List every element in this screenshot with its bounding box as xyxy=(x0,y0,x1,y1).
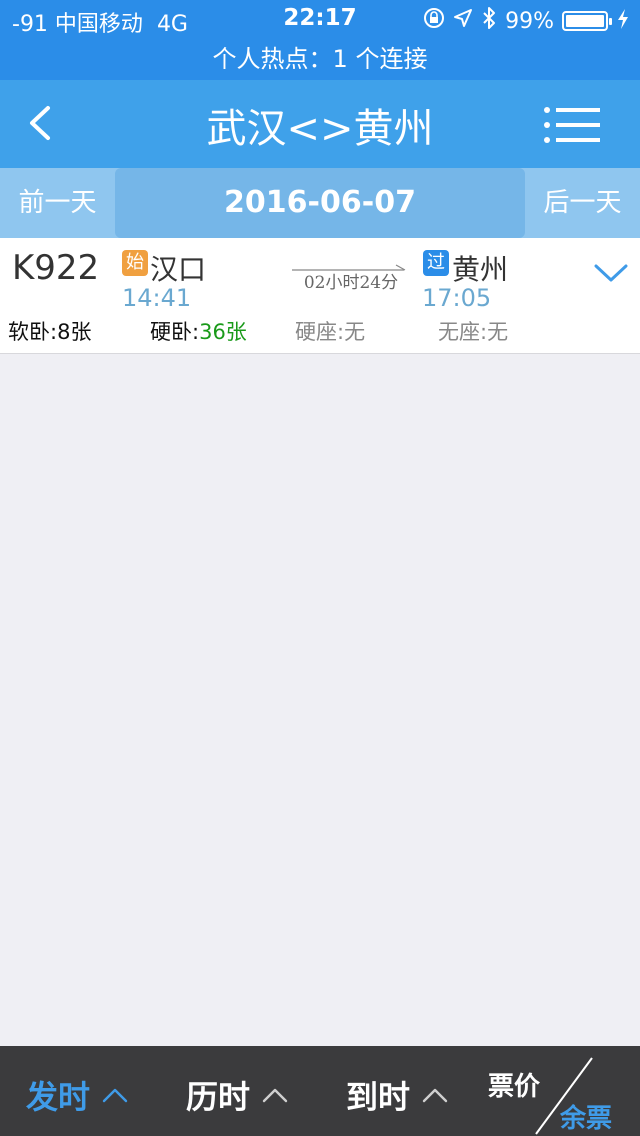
sort-bar: 发时 历时 到时 票价 余票 xyxy=(0,1046,640,1136)
trip-duration: 02小时24分 xyxy=(303,273,399,293)
seat-label: 硬座: xyxy=(295,320,345,344)
sort-arrive-button[interactable]: 到时 xyxy=(346,1072,448,1118)
rotation-lock-icon xyxy=(423,7,445,35)
menu-icon xyxy=(544,107,600,143)
menu-button[interactable] xyxy=(544,106,600,144)
hotspot-banner[interactable]: 个人热点：1 个连接 xyxy=(0,40,640,80)
sort-depart-label: 发时 xyxy=(26,1078,91,1116)
page-title: 武汉<>黄州 xyxy=(206,106,434,152)
chevron-up-icon xyxy=(102,1088,128,1103)
seat-soft-sleeper: 软卧:8张 xyxy=(8,316,91,346)
battery-percent: 99% xyxy=(505,8,554,34)
seat-count: 8张 xyxy=(57,320,92,344)
seat-standing: 无座:无 xyxy=(438,316,508,346)
sort-duration-button[interactable]: 历时 xyxy=(186,1072,288,1118)
to-station: 黄州 xyxy=(452,253,509,286)
sort-depart-button[interactable]: 发时 xyxy=(26,1072,128,1118)
chevron-up-icon xyxy=(422,1088,448,1103)
seat-hard-seat: 硬座:无 xyxy=(295,316,365,346)
back-button[interactable] xyxy=(18,98,68,148)
train-number: K922 xyxy=(12,248,100,288)
location-arrow-icon xyxy=(453,8,473,34)
train-row[interactable]: K922 始 汉口 14:41 02小时24分 过 黄州 17:05 软卧:8张… xyxy=(0,238,640,354)
seat-count: 36张 xyxy=(199,320,247,344)
nav-bar: 武汉<>黄州 xyxy=(0,80,640,168)
current-date[interactable]: 2016-06-07 xyxy=(115,168,525,238)
charging-icon xyxy=(616,8,630,35)
arrive-time: 17:05 xyxy=(422,284,492,312)
chevron-left-icon xyxy=(30,106,50,140)
from-station: 汉口 xyxy=(150,253,207,286)
passing-badge: 过 xyxy=(423,250,449,276)
status-right: 99% xyxy=(423,6,630,36)
origin-badge: 始 xyxy=(122,250,148,276)
date-bar: 前一天 2016-06-07 后一天 xyxy=(0,168,640,238)
seat-hard-sleeper: 硬卧:36张 xyxy=(150,316,247,346)
seat-count: 无 xyxy=(344,320,366,344)
seat-label: 软卧: xyxy=(8,320,58,344)
chevron-up-icon xyxy=(262,1088,288,1103)
sort-duration-label: 历时 xyxy=(186,1078,251,1116)
status-bar: -91 中国移动 4G 22:17 99% xyxy=(0,0,640,40)
depart-time: 14:41 xyxy=(122,284,192,312)
seat-label: 无座: xyxy=(438,320,488,344)
sort-arrive-label: 到时 xyxy=(346,1078,411,1116)
seat-count: 无 xyxy=(487,320,509,344)
bluetooth-icon xyxy=(481,6,497,36)
next-day-button[interactable]: 后一天 xyxy=(525,168,640,238)
battery-icon xyxy=(562,11,612,31)
sort-remaining-button[interactable]: 余票 xyxy=(560,1098,612,1135)
chevron-down-icon[interactable] xyxy=(594,262,628,284)
prev-day-button[interactable]: 前一天 xyxy=(0,168,115,238)
seat-label: 硬卧: xyxy=(150,320,200,344)
